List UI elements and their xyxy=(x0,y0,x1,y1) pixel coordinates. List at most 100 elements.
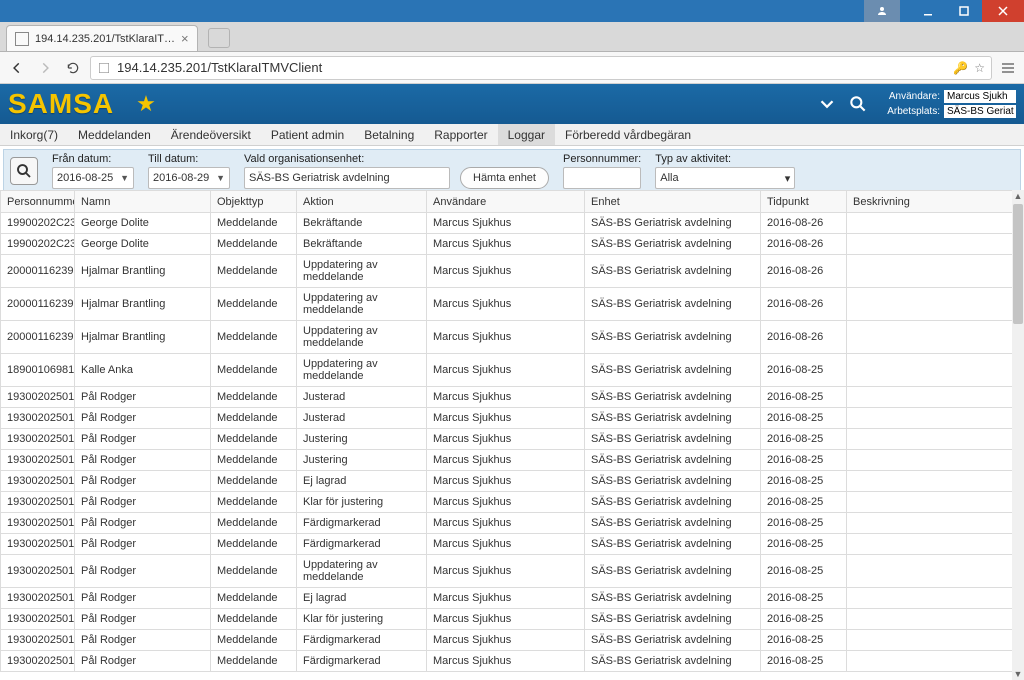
table-row[interactable]: 193002025017Pål RodgerMeddelandeJusterad… xyxy=(1,387,1013,408)
user-value[interactable]: Marcus Sjukh xyxy=(944,90,1016,103)
reload-button[interactable] xyxy=(62,57,84,79)
pn-input[interactable] xyxy=(563,167,641,189)
cell-pn: 193002025017 xyxy=(1,492,75,513)
table-row[interactable]: 200001162395Hjalmar BrantlingMeddelandeU… xyxy=(1,321,1013,354)
table-row[interactable]: 193002025017Pål RodgerMeddelandeJusterad… xyxy=(1,408,1013,429)
column-header[interactable]: Personnummer xyxy=(1,191,75,213)
table-row[interactable]: 189001069815Kalle AnkaMeddelandeUppdater… xyxy=(1,354,1013,387)
cell-ak: Justerad xyxy=(297,408,427,429)
fetch-unit-button[interactable]: Hämta enhet xyxy=(460,167,549,189)
table-row[interactable]: 193002025017Pål RodgerMeddelandeEj lagra… xyxy=(1,471,1013,492)
menu-item-meddelanden[interactable]: Meddelanden xyxy=(68,124,161,145)
from-date-input[interactable]: 2016-08-25 ▼ xyxy=(52,167,134,189)
type-select[interactable]: Alla ▾ xyxy=(655,167,795,189)
key-icon[interactable]: 🔑 xyxy=(953,61,968,75)
table-row[interactable]: 193002025017Pål RodgerMeddelandeFärdigma… xyxy=(1,651,1013,672)
table-row[interactable]: 193002025017Pål RodgerMeddelandeJusterin… xyxy=(1,429,1013,450)
cell-ot: Meddelande xyxy=(211,213,297,234)
win-user-icon[interactable] xyxy=(864,0,900,22)
column-header[interactable]: Objekttyp xyxy=(211,191,297,213)
cell-namn: Pål Rodger xyxy=(75,555,211,588)
column-header[interactable]: Aktion xyxy=(297,191,427,213)
new-tab-button[interactable] xyxy=(208,28,230,48)
cell-bs xyxy=(847,255,1013,288)
cell-en: SÄS-BS Geriatrisk avdelning xyxy=(585,471,761,492)
table-row[interactable]: 19900202C234George DoliteMeddelandeBekrä… xyxy=(1,234,1013,255)
cell-ak: Uppdatering av meddelande xyxy=(297,354,427,387)
back-button[interactable] xyxy=(6,57,28,79)
cell-an: Marcus Sjukhus xyxy=(427,321,585,354)
menu-item-betalning[interactable]: Betalning xyxy=(354,124,424,145)
vertical-scrollbar[interactable]: ▲ ▼ xyxy=(1012,190,1024,680)
cell-ot: Meddelande xyxy=(211,354,297,387)
menu-item-loggar[interactable]: Loggar xyxy=(498,124,555,145)
table-row[interactable]: 19900202C234George DoliteMeddelandeBekrä… xyxy=(1,213,1013,234)
cell-an: Marcus Sjukhus xyxy=(427,555,585,588)
to-date-input[interactable]: 2016-08-29 ▼ xyxy=(148,167,230,189)
table-row[interactable]: 193002025017Pål RodgerMeddelandeJusterin… xyxy=(1,450,1013,471)
table-row[interactable]: 193002025017Pål RodgerMeddelandeFärdigma… xyxy=(1,630,1013,651)
table-row[interactable]: 193002025017Pål RodgerMeddelandeUppdater… xyxy=(1,555,1013,588)
menu-item-patient-admin[interactable]: Patient admin xyxy=(261,124,354,145)
chevron-down-icon[interactable] xyxy=(816,93,838,115)
workplace-value[interactable]: SÄS-BS Geriat xyxy=(944,105,1016,118)
menu-item-rapporter[interactable]: Rapporter xyxy=(424,124,497,145)
column-header[interactable]: Beskrivning xyxy=(847,191,1013,213)
win-minimize-button[interactable] xyxy=(910,0,946,22)
forward-button[interactable] xyxy=(34,57,56,79)
cell-an: Marcus Sjukhus xyxy=(427,354,585,387)
bookmark-star-icon[interactable]: ☆ xyxy=(974,61,985,75)
column-header[interactable]: Tidpunkt xyxy=(761,191,847,213)
header-meta: Användare: Marcus Sjukh Arbetsplats: SÄS… xyxy=(878,90,1016,118)
column-header[interactable]: Enhet xyxy=(585,191,761,213)
table-row[interactable]: 193002025017Pål RodgerMeddelandeFärdigma… xyxy=(1,534,1013,555)
cell-namn: Pål Rodger xyxy=(75,651,211,672)
cell-bs xyxy=(847,213,1013,234)
cell-bs xyxy=(847,555,1013,588)
cell-tp: 2016-08-25 xyxy=(761,630,847,651)
column-header[interactable]: Namn xyxy=(75,191,211,213)
cell-namn: Hjalmar Brantling xyxy=(75,255,211,288)
win-close-button[interactable] xyxy=(982,0,1024,22)
org-input[interactable]: SÄS-BS Geriatrisk avdelning xyxy=(244,167,450,189)
menu-item-f-rberedd-v-rdbeg-ran[interactable]: Förberedd vårdbegäran xyxy=(555,124,701,145)
win-maximize-button[interactable] xyxy=(946,0,982,22)
column-header[interactable]: Användare xyxy=(427,191,585,213)
search-icon[interactable] xyxy=(848,94,868,114)
tab-close-icon[interactable]: × xyxy=(181,31,189,46)
table-row[interactable]: 193002025017Pål RodgerMeddelandeEj lagra… xyxy=(1,588,1013,609)
scroll-up-icon[interactable]: ▲ xyxy=(1012,190,1024,202)
table-row[interactable]: 193002025017Pål RodgerMeddelandeKlar för… xyxy=(1,492,1013,513)
scroll-thumb[interactable] xyxy=(1013,204,1023,324)
user-label: Användare: xyxy=(878,91,940,102)
cell-ak: Justering xyxy=(297,450,427,471)
scroll-down-icon[interactable]: ▼ xyxy=(1012,668,1024,680)
cell-ak: Justering xyxy=(297,429,427,450)
cell-namn: Pål Rodger xyxy=(75,492,211,513)
table-row[interactable]: 200001162395Hjalmar BrantlingMeddelandeU… xyxy=(1,255,1013,288)
cell-bs xyxy=(847,450,1013,471)
table-row[interactable]: 193002025017Pål RodgerMeddelandeFärdigma… xyxy=(1,513,1013,534)
cell-bs xyxy=(847,534,1013,555)
url-bar[interactable]: 194.14.235.201/TstKlaraITMVClient 🔑 ☆ xyxy=(90,56,992,80)
cell-ak: Färdigmarkerad xyxy=(297,630,427,651)
cell-an: Marcus Sjukhus xyxy=(427,492,585,513)
cell-en: SÄS-BS Geriatrisk avdelning xyxy=(585,234,761,255)
cell-ak: Uppdatering av meddelande xyxy=(297,255,427,288)
cell-ak: Ej lagrad xyxy=(297,588,427,609)
dropdown-icon: ▼ xyxy=(120,173,129,183)
to-date-value: 2016-08-29 xyxy=(153,172,209,184)
cell-bs xyxy=(847,513,1013,534)
menu-item-inkorg-7-[interactable]: Inkorg(7) xyxy=(0,124,68,145)
table-row[interactable]: 193002025017Pål RodgerMeddelandeKlar för… xyxy=(1,609,1013,630)
table-row[interactable]: 200001162395Hjalmar BrantlingMeddelandeU… xyxy=(1,288,1013,321)
filter-bar: Från datum: 2016-08-25 ▼ Till datum: 201… xyxy=(3,149,1021,193)
cell-pn: 193002025017 xyxy=(1,609,75,630)
star-icon[interactable]: ★ xyxy=(136,91,156,117)
run-search-button[interactable] xyxy=(10,157,38,185)
cell-ak: Klar för justering xyxy=(297,609,427,630)
browser-tab[interactable]: 194.14.235.201/TstKlaraIT… × xyxy=(6,25,198,51)
menu-item--rende-versikt[interactable]: Ärendeöversikt xyxy=(161,124,261,145)
cell-bs xyxy=(847,471,1013,492)
chrome-menu-button[interactable] xyxy=(998,58,1018,78)
